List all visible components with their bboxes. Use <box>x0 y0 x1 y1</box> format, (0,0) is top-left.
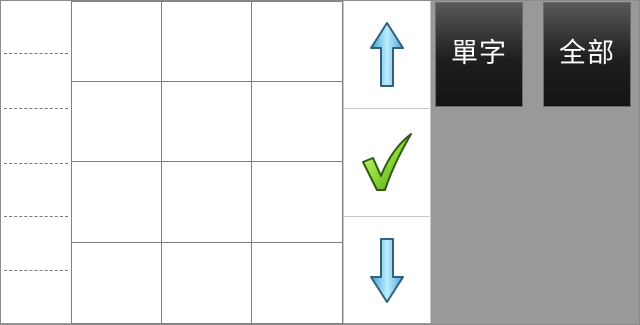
candidate-line-strip <box>1 1 71 323</box>
guide-line <box>4 108 68 109</box>
control-column <box>343 1 431 323</box>
guide-line <box>4 270 68 271</box>
candidate-cell[interactable] <box>72 162 162 243</box>
candidate-cell[interactable] <box>162 162 252 243</box>
single-character-label: 單字 <box>451 38 507 69</box>
single-character-button[interactable]: 單字 <box>435 2 523 107</box>
candidate-cell[interactable] <box>252 2 343 82</box>
confirm-button[interactable] <box>344 109 430 217</box>
candidate-cell[interactable] <box>162 82 252 162</box>
arrow-up-icon <box>370 21 404 87</box>
candidate-cell[interactable] <box>72 82 162 162</box>
scroll-up-button[interactable] <box>344 1 430 109</box>
candidate-cell[interactable] <box>162 243 252 324</box>
scroll-down-button[interactable] <box>344 217 430 323</box>
guide-line <box>4 163 68 164</box>
all-label: 全部 <box>559 38 615 69</box>
guide-line <box>4 216 68 217</box>
candidate-cell[interactable] <box>252 243 343 324</box>
arrow-down-icon <box>370 238 404 303</box>
candidate-cell[interactable] <box>72 2 162 82</box>
guide-line <box>4 53 68 54</box>
candidate-cell[interactable] <box>72 243 162 324</box>
candidate-grid <box>71 1 343 324</box>
checkmark-icon <box>362 132 412 191</box>
all-button[interactable]: 全部 <box>543 2 631 107</box>
candidate-cell[interactable] <box>252 162 343 243</box>
candidate-cell[interactable] <box>252 82 343 162</box>
candidate-cell[interactable] <box>162 2 252 82</box>
